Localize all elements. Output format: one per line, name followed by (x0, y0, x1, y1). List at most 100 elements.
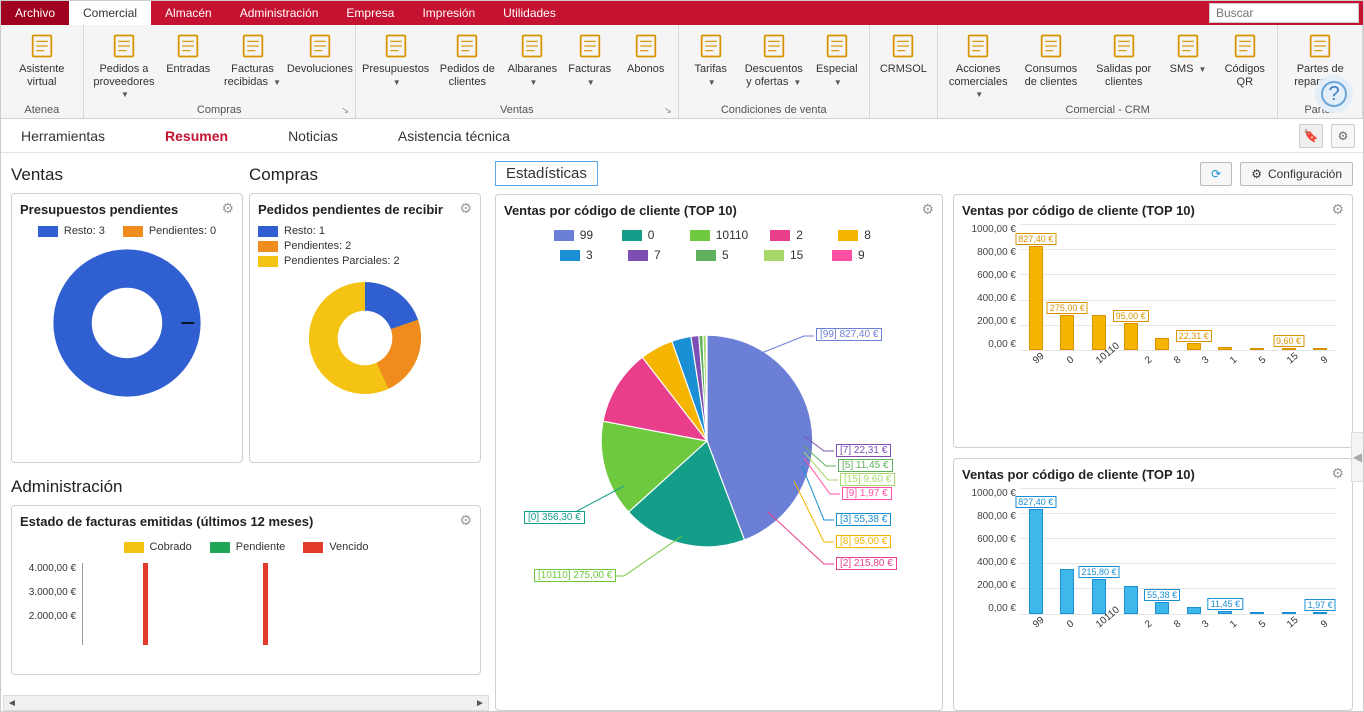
callout: [3] 55,38 € (836, 513, 891, 526)
crmsol-button[interactable]: CRMSOL (874, 27, 933, 114)
facturas-recibidas-button[interactable]: Facturas recibidas ▼ (216, 27, 289, 102)
tab-asistencia-técnica[interactable]: Asistencia técnica (398, 128, 510, 144)
stats-title: Estadísticas (495, 161, 598, 186)
horizontal-scrollbar[interactable]: ◄ ► (3, 695, 489, 711)
callout: [99] 827,40 € (816, 328, 882, 341)
bar-chart-1: 1000,00 €800,00 €600,00 €400,00 €200,00 … (966, 224, 1340, 374)
bookmark-icon[interactable]: 🔖 (1299, 124, 1323, 148)
callout: [10110] 275,00 € (534, 569, 616, 582)
menu-utilidades[interactable]: Utilidades (489, 1, 570, 25)
compras-heading: Compras (249, 165, 481, 185)
salidas-clientes-icon (1109, 31, 1139, 61)
tarifas-icon (696, 31, 726, 61)
devoluciones-button[interactable]: Devoluciones (289, 27, 351, 102)
especial-button[interactable]: Especial ▼ (809, 27, 865, 102)
pedidos-clientes-icon (452, 31, 482, 61)
presupuestos-button[interactable]: Presupuestos ▼ (360, 27, 432, 102)
card-title: Presupuestos pendientes (20, 202, 234, 217)
menu-comercial[interactable]: Comercial (69, 1, 151, 25)
ribbon: Asistente virtualAteneaPedidos a proveed… (1, 25, 1363, 119)
card-gear-icon[interactable]: ⚙ (921, 201, 934, 218)
crmsol-icon (888, 31, 918, 61)
codigos-qr-icon (1230, 31, 1260, 61)
callout: [8] 95,00 € (836, 535, 891, 548)
facturas-recibidas-icon (238, 31, 268, 61)
tab-herramientas[interactable]: Herramientas (21, 128, 105, 144)
callout: [7] 22,31 € (836, 444, 891, 457)
facturas-button[interactable]: Facturas ▼ (562, 27, 618, 102)
card-title: Ventas por código de cliente (TOP 10) (962, 467, 1344, 482)
side-expand-icon[interactable]: ◀ (1351, 432, 1363, 482)
callout: [2] 215,80 € (836, 557, 897, 570)
search-input[interactable] (1210, 4, 1358, 22)
subnav: Herramientas Resumen Noticias Asistencia té… (1, 119, 1363, 153)
asistente-virtual-button[interactable]: Asistente virtual (5, 27, 79, 102)
help-icon[interactable] (1315, 75, 1353, 113)
card-title: Ventas por código de cliente (TOP 10) (504, 203, 934, 218)
codigos-qr-button[interactable]: Códigos QR (1216, 27, 1273, 102)
callout: [15] 9,60 € (840, 473, 895, 486)
card-gear-icon[interactable]: ⚙ (459, 512, 472, 529)
abonos-icon (631, 31, 661, 61)
especial-icon (822, 31, 852, 61)
menu-almacén[interactable]: Almacén (151, 1, 226, 25)
card-gear-icon[interactable]: ⚙ (1331, 465, 1344, 482)
entradas-icon (173, 31, 203, 61)
donut-pedidos (300, 273, 430, 403)
albaranes-icon (517, 31, 547, 61)
sms-icon (1173, 31, 1203, 61)
descuentos-ofertas-button[interactable]: Descuentos y ofertas ▼ (739, 27, 809, 102)
salidas-clientes-button[interactable]: Salidas por clientes (1087, 27, 1160, 102)
abonos-button[interactable]: Abonos (618, 27, 674, 102)
menu-impresión[interactable]: Impresión (408, 1, 489, 25)
gear-icon[interactable]: ⚙ (1331, 124, 1355, 148)
card-title: Estado de facturas emitidas (últimos 12 … (20, 514, 472, 529)
card-facturas: ⚙ Estado de facturas emitidas (últimos 1… (11, 505, 481, 675)
config-button[interactable]: ⚙Configuración (1240, 162, 1353, 186)
refresh-button[interactable]: ⟳ (1200, 162, 1232, 186)
card-pedidos: ⚙ Pedidos pendientes de recibir Resto: 1… (249, 193, 481, 463)
pedidos-proveedores-icon (109, 31, 139, 61)
menu-archivo[interactable]: Archivo (1, 1, 69, 25)
asistente-virtual-icon (27, 31, 57, 61)
search-box[interactable] (1209, 3, 1359, 23)
pedidos-clientes-button[interactable]: Pedidos de clientes (431, 27, 503, 102)
card-gear-icon[interactable]: ⚙ (1331, 201, 1344, 218)
callout: [9] 1,97 € (842, 487, 892, 500)
card-bar-2: ⚙ Ventas por código de cliente (TOP 10) … (953, 458, 1353, 712)
pedidos-proveedores-button[interactable]: Pedidos a proveedores ▼ (88, 27, 161, 102)
descuentos-ofertas-icon (759, 31, 789, 61)
tab-resumen[interactable]: Resumen (165, 128, 228, 144)
acciones-comerciales-icon (963, 31, 993, 61)
card-pie-ventas: ⚙ Ventas por código de cliente (TOP 10) … (495, 194, 943, 711)
card-presupuestos: ⚙ Presupuestos pendientes Resto: 3Pendie… (11, 193, 243, 463)
legend: Resto: 3Pendientes: 0 (20, 225, 234, 237)
tab-noticias[interactable]: Noticias (288, 128, 338, 144)
callout: [5] 11,45 € (838, 459, 893, 472)
card-gear-icon[interactable]: ⚙ (459, 200, 472, 217)
admin-heading: Administración (11, 477, 481, 497)
card-bar-1: ⚙ Ventas por código de cliente (TOP 10) … (953, 194, 1353, 448)
consumos-clientes-button[interactable]: Consumos de clientes (1015, 27, 1088, 102)
devoluciones-icon (305, 31, 335, 61)
donut-presupuestos (47, 243, 207, 403)
entradas-button[interactable]: Entradas (160, 27, 216, 102)
acciones-comerciales-button[interactable]: Acciones comerciales ▼ (942, 27, 1015, 102)
menu-empresa[interactable]: Empresa (332, 1, 408, 25)
presupuestos-icon (381, 31, 411, 61)
callout: [0] 356,30 € (524, 511, 585, 524)
menu-administración[interactable]: Administración (226, 1, 333, 25)
sms-button[interactable]: SMS ▼ (1160, 27, 1216, 102)
legend: CobradoPendienteVencido (20, 541, 472, 553)
card-title: Ventas por código de cliente (TOP 10) (962, 203, 1344, 218)
ventas-heading: Ventas (11, 165, 243, 185)
card-gear-icon[interactable]: ⚙ (221, 200, 234, 217)
card-title: Pedidos pendientes de recibir (258, 202, 472, 217)
albaranes-button[interactable]: Albaranes ▼ (503, 27, 562, 102)
menu-bar: ArchivoComercialAlmacénAdministraciónEmp… (1, 1, 1363, 25)
tarifas-button[interactable]: Tarifas ▼ (683, 27, 739, 102)
legend: Resto: 1Pendientes: 2Pendientes Parciale… (258, 225, 472, 267)
scroll-right-icon[interactable]: ► (472, 696, 488, 710)
bar-chart-2: 1000,00 €800,00 €600,00 €400,00 €200,00 … (966, 488, 1340, 638)
scroll-left-icon[interactable]: ◄ (4, 696, 20, 710)
